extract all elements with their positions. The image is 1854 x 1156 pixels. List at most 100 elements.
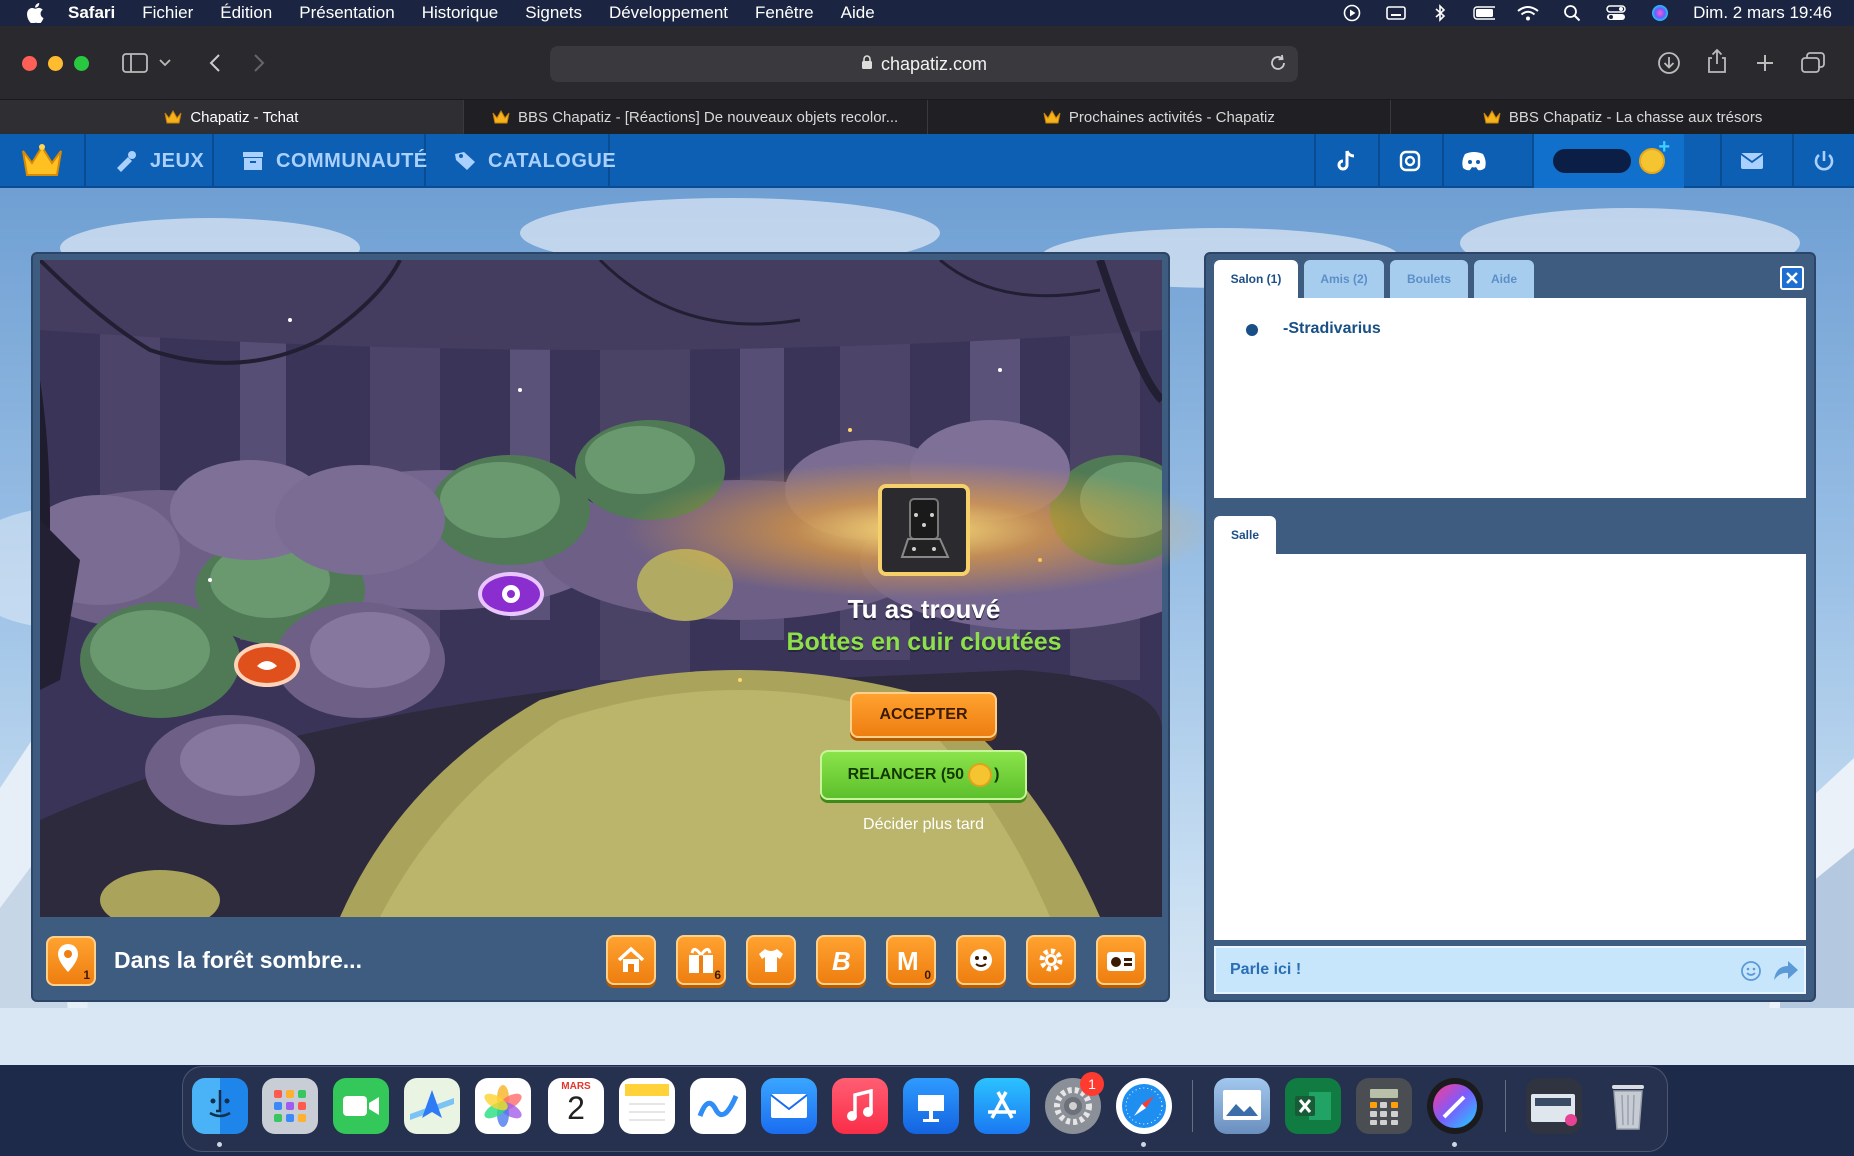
power-logout-icon[interactable] bbox=[1792, 134, 1854, 188]
reload-icon[interactable] bbox=[1268, 53, 1288, 78]
photos-icon[interactable] bbox=[475, 1078, 531, 1134]
new-tab-icon[interactable] bbox=[1750, 48, 1780, 78]
music-icon[interactable] bbox=[832, 1078, 888, 1134]
nav-communaute[interactable]: COMMUNAUTÉ bbox=[216, 134, 427, 188]
add-currency-button[interactable]: + bbox=[1658, 136, 1670, 159]
play-status-icon[interactable] bbox=[1341, 4, 1363, 22]
decide-later-link[interactable]: Décider plus tard bbox=[820, 816, 1027, 834]
menu-fichier[interactable]: Fichier bbox=[142, 3, 193, 23]
tab-salle[interactable]: Salle bbox=[1214, 516, 1276, 554]
tab-boulets[interactable]: Boulets bbox=[1390, 260, 1468, 298]
menu-presentation[interactable]: Présentation bbox=[299, 3, 394, 23]
window-minimize-button[interactable] bbox=[48, 56, 63, 71]
found-item-image bbox=[878, 484, 970, 576]
menu-fenetre[interactable]: Fenêtre bbox=[755, 3, 814, 23]
tiktok-icon[interactable] bbox=[1314, 134, 1376, 188]
close-chat-button[interactable] bbox=[1780, 266, 1804, 290]
color-picker-icon[interactable] bbox=[1427, 1078, 1483, 1134]
settings-button[interactable] bbox=[1026, 935, 1076, 985]
safari-icon[interactable] bbox=[1116, 1078, 1172, 1134]
preview-icon[interactable] bbox=[1214, 1078, 1270, 1134]
menu-app-name[interactable]: Safari bbox=[68, 3, 115, 23]
bluetooth-icon[interactable] bbox=[1429, 4, 1451, 22]
gifts-button[interactable]: 6 bbox=[676, 935, 726, 985]
excel-icon[interactable] bbox=[1285, 1078, 1341, 1134]
freeform-icon[interactable] bbox=[690, 1078, 746, 1134]
chapatiz-logo[interactable] bbox=[0, 134, 86, 188]
siri-icon[interactable] bbox=[1649, 4, 1671, 22]
chat-input[interactable]: Parle ici ! bbox=[1214, 946, 1806, 994]
app-store-icon[interactable] bbox=[974, 1078, 1030, 1134]
window-close-button[interactable] bbox=[22, 56, 37, 71]
accept-button[interactable]: ACCEPTER bbox=[850, 692, 997, 738]
messages-button[interactable]: M 0 bbox=[886, 935, 936, 985]
browser-tab[interactable]: Prochaines activités - Chapatiz bbox=[928, 100, 1392, 134]
mail-app-icon[interactable] bbox=[761, 1078, 817, 1134]
back-arrow-icon[interactable] bbox=[200, 48, 230, 78]
launchpad-icon[interactable] bbox=[262, 1078, 318, 1134]
nav-catalogue[interactable]: CATALOGUE bbox=[428, 134, 616, 188]
trash-icon[interactable] bbox=[1600, 1078, 1656, 1134]
facetime-icon[interactable] bbox=[333, 1078, 389, 1134]
browser-tab[interactable]: Chapatiz - Tchat bbox=[0, 100, 464, 134]
tab-salon[interactable]: Salon (1) bbox=[1214, 260, 1298, 298]
user-list-item[interactable]: -Stradivarius bbox=[1283, 320, 1381, 338]
discord-icon[interactable] bbox=[1442, 134, 1504, 188]
dock-separator bbox=[1192, 1080, 1193, 1132]
browser-tab[interactable]: BBS Chapatiz - [Réactions] De nouveaux o… bbox=[464, 100, 928, 134]
keynote-icon[interactable] bbox=[903, 1078, 959, 1134]
wifi-icon[interactable] bbox=[1517, 4, 1539, 22]
instagram-icon[interactable] bbox=[1378, 134, 1440, 188]
home-button[interactable] bbox=[606, 935, 656, 985]
url-text: chapatiz.com bbox=[880, 53, 988, 74]
radio-icon bbox=[1107, 952, 1135, 971]
wardrobe-button[interactable] bbox=[746, 935, 796, 985]
battery-icon[interactable] bbox=[1473, 4, 1496, 22]
finder-icon[interactable] bbox=[192, 1078, 248, 1134]
avatar-button[interactable] bbox=[956, 935, 1006, 985]
menu-signets[interactable]: Signets bbox=[525, 3, 582, 23]
menubar-clock[interactable]: Dim. 2 mars 19:46 bbox=[1693, 3, 1832, 23]
menu-historique[interactable]: Historique bbox=[422, 3, 499, 23]
keyboard-status-icon[interactable] bbox=[1385, 4, 1407, 22]
chevron-down-icon[interactable] bbox=[156, 48, 174, 78]
browser-tab[interactable]: BBS Chapatiz - La chasse aux trésors bbox=[1391, 100, 1854, 134]
currency-widget[interactable]: + bbox=[1532, 134, 1684, 188]
mail-icon[interactable] bbox=[1720, 134, 1782, 188]
calculator-icon[interactable] bbox=[1356, 1078, 1412, 1134]
tab-overview-icon[interactable] bbox=[1798, 48, 1828, 78]
menu-aide[interactable]: Aide bbox=[841, 3, 875, 23]
emoji-smiley-icon[interactable] bbox=[1740, 960, 1762, 982]
apple-menu-icon[interactable] bbox=[24, 3, 46, 23]
browser-tab-label: BBS Chapatiz - La chasse aux trésors bbox=[1508, 108, 1763, 126]
map-marker-orange[interactable] bbox=[234, 643, 300, 687]
menu-edition[interactable]: Édition bbox=[220, 3, 272, 23]
reroll-button[interactable]: RELANCER (50 ) bbox=[820, 750, 1027, 800]
bbs-button[interactable]: B bbox=[816, 935, 866, 985]
tab-amis[interactable]: Amis (2) bbox=[1304, 260, 1384, 298]
nav-jeux[interactable]: JEUX bbox=[88, 134, 214, 188]
reroll-label-end: ) bbox=[994, 766, 1000, 783]
menu-developpement[interactable]: Développement bbox=[609, 3, 728, 23]
notes-icon[interactable] bbox=[619, 1078, 675, 1134]
messages-badge: 0 bbox=[924, 968, 931, 982]
radio-button[interactable] bbox=[1096, 935, 1146, 985]
currency-balance-pill bbox=[1553, 149, 1631, 173]
spotlight-search-icon[interactable] bbox=[1561, 4, 1583, 22]
maps-icon[interactable] bbox=[404, 1078, 460, 1134]
tab-aide[interactable]: Aide bbox=[1474, 260, 1534, 298]
downloads-icon[interactable] bbox=[1654, 48, 1684, 78]
notification-badge: 1 bbox=[1080, 1072, 1104, 1096]
control-center-icon[interactable] bbox=[1605, 4, 1627, 22]
window-zoom-button[interactable] bbox=[74, 56, 89, 71]
forward-arrow-icon[interactable] bbox=[244, 48, 274, 78]
running-indicator bbox=[217, 1142, 222, 1147]
screenshot-stack-icon[interactable] bbox=[1526, 1078, 1582, 1134]
map-marker-purple[interactable] bbox=[478, 572, 544, 616]
studded-boot-icon bbox=[900, 498, 950, 558]
send-arrow-icon[interactable] bbox=[1772, 960, 1800, 982]
share-icon[interactable] bbox=[1702, 46, 1732, 76]
sidebar-toggle-icon[interactable] bbox=[120, 48, 150, 78]
location-pin-button[interactable]: 1 bbox=[46, 936, 96, 986]
address-bar[interactable]: chapatiz.com bbox=[550, 46, 1298, 82]
